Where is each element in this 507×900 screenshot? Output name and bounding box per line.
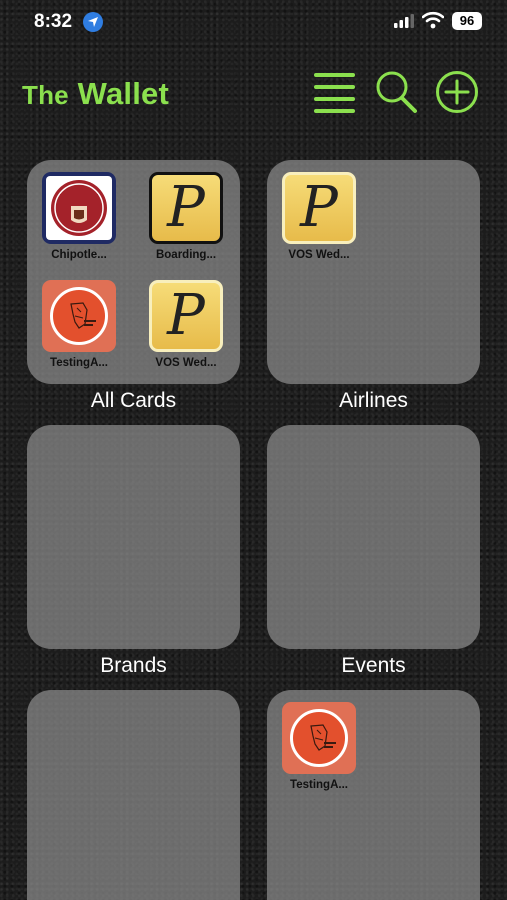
app-title-main: Wallet bbox=[77, 76, 169, 111]
folder-events[interactable] bbox=[267, 425, 480, 649]
card-name: Boarding... bbox=[155, 249, 217, 261]
folder-label-airlines: Airlines bbox=[339, 389, 408, 412]
card-boarding[interactable]: P Boarding... bbox=[136, 172, 236, 261]
card-name: VOS Wed... bbox=[155, 357, 217, 369]
card-testing[interactable]: TestingA... bbox=[269, 702, 369, 791]
card-name: Chipotle... bbox=[51, 249, 107, 261]
status-time: 8:32 bbox=[34, 11, 73, 32]
testing-logo-icon bbox=[282, 702, 356, 774]
p-pass-icon: P bbox=[149, 172, 223, 244]
status-bar: 8:32 96 bbox=[0, 0, 507, 44]
card-name: TestingA... bbox=[50, 357, 108, 369]
folder-brands[interactable] bbox=[27, 425, 240, 649]
card-chipotle[interactable]: Chipotle... bbox=[29, 172, 129, 261]
menu-icon[interactable] bbox=[312, 70, 357, 114]
folder-label-brands: Brands bbox=[100, 654, 167, 677]
app-title-prefix: The bbox=[22, 80, 69, 110]
location-arrow-icon bbox=[83, 12, 103, 32]
folder-5[interactable] bbox=[27, 690, 240, 900]
folder-airlines[interactable]: P VOS Wed... bbox=[267, 160, 480, 384]
card-name: TestingA... bbox=[290, 779, 348, 791]
chipotle-logo-icon bbox=[42, 172, 116, 244]
card-testing[interactable]: TestingA... bbox=[29, 280, 129, 369]
battery-indicator: 96 bbox=[452, 12, 482, 30]
card-vos-wed[interactable]: P VOS Wed... bbox=[269, 172, 369, 261]
folder-label-all-cards: All Cards bbox=[90, 389, 177, 412]
folder-label-events: Events bbox=[341, 654, 406, 677]
testing-logo-icon bbox=[42, 280, 116, 352]
wifi-icon bbox=[422, 11, 444, 29]
search-icon[interactable] bbox=[374, 70, 418, 114]
folder-6[interactable]: TestingA... bbox=[267, 690, 480, 900]
card-name: VOS Wed... bbox=[288, 249, 350, 261]
cellular-signal-icon bbox=[394, 14, 414, 28]
app-title: The Wallet bbox=[22, 76, 169, 112]
folder-all-cards[interactable]: Chipotle... P Boarding... TestingA... P … bbox=[27, 160, 240, 384]
p-pass-icon: P bbox=[282, 172, 356, 244]
p-pass-icon: P bbox=[149, 280, 223, 352]
add-icon[interactable] bbox=[435, 70, 479, 114]
card-vos-wed[interactable]: P VOS Wed... bbox=[136, 280, 236, 369]
